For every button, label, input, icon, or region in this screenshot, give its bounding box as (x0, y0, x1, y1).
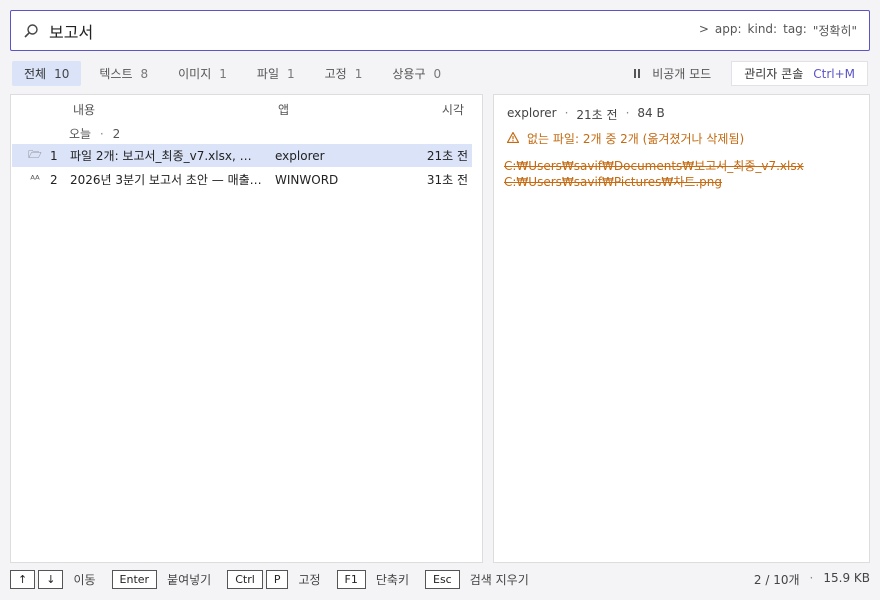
item-content: 2026년 3분기 보고서 초안 — 매출 요약 (70, 173, 262, 187)
list-item[interactable]: 🗁 1 파일 2개: 보고서_최종_v7.xlsx, 차트.png explor… (12, 144, 472, 167)
footer-shortcuts: ↑ ↓ 이동 Enter 붙여넣기 Ctrl P 고정 F1 단축키 Esc 검… (10, 569, 870, 589)
move-label: 이동 (73, 572, 96, 587)
paste-label: 붙여넣기 (167, 572, 212, 587)
warning-text: 없는 파일: 2개 중 2개 (옮겨졌거나 삭제됨) (527, 132, 745, 146)
admin-console-button[interactable]: 관리자 콘솔 Ctrl+M (731, 61, 868, 86)
tab-file[interactable]: 파일 1 (245, 61, 307, 86)
status-separator: · (809, 570, 814, 585)
private-mode-label: 비공개 모드 (652, 67, 712, 81)
tab-count: 0 (433, 66, 442, 81)
search-hints: > app: kind: tag: "정확히" (699, 22, 857, 39)
detail-app: explorer (507, 106, 557, 120)
tab-count: 1 (287, 66, 295, 81)
text-icon: ᴬᴬ (30, 173, 40, 186)
key-down: ↓ (38, 569, 64, 589)
tab-count: 10 (54, 66, 70, 81)
item-time: 31초 전 (426, 173, 468, 187)
private-mode-toggle[interactable]: 비공개 모드 (634, 65, 711, 82)
column-header-time: 시각 (441, 103, 464, 117)
filter-tabs: 전체 10 텍스트 8 이미지 1 파일 1 고정 1 상용구 0 (12, 61, 459, 86)
tab-label: 텍스트 (99, 67, 133, 81)
hint-command: > (698, 22, 709, 36)
meta-separator: · (564, 106, 569, 120)
missing-files-warning: 없는 파일: 2개 중 2개 (옮겨졌거나 삭제됨) (506, 130, 745, 147)
tab-text[interactable]: 텍스트 8 (87, 61, 160, 86)
tab-image[interactable]: 이미지 1 (166, 61, 239, 86)
pause-icon (634, 69, 641, 78)
missing-file-path: C:₩Users₩savif₩Documents₩보고서_최종_v7.xlsx (504, 159, 804, 173)
column-header-app: 앱 (278, 103, 290, 117)
admin-console-shortcut: Ctrl+M (813, 66, 855, 81)
tab-label: 전체 (24, 67, 47, 81)
item-time: 21초 전 (426, 149, 468, 163)
tab-label: 고정 (324, 67, 347, 81)
file-path-list: C:₩Users₩savif₩Documents₩보고서_최종_v7.xlsx … (504, 158, 804, 190)
key-esc: Esc (425, 569, 460, 589)
group-label: 오늘 (69, 127, 92, 141)
tab-label: 파일 (256, 67, 279, 81)
item-content: 파일 2개: 보고서_최종_v7.xlsx, 차트.png (70, 149, 262, 163)
key-ctrl: Ctrl (227, 569, 263, 589)
key-up: ↑ (10, 569, 36, 589)
tab-label: 상용구 (392, 67, 426, 81)
tab-pinned[interactable]: 고정 1 (313, 61, 375, 86)
folder-icon: 🗁 (28, 148, 42, 161)
detail-time: 21초 전 (576, 108, 618, 122)
detail-size: 84 B (637, 106, 665, 120)
tab-count: 1 (354, 66, 363, 81)
shortcuts-label: 단축키 (375, 572, 409, 587)
hint-tag: tag: (783, 22, 807, 36)
column-header-content: 내용 (73, 103, 96, 117)
search-box[interactable]: > app: kind: tag: "정확히" (10, 10, 870, 51)
group-header-today: 오늘 · 2 (69, 125, 120, 142)
toolbar: 비공개 모드 관리자 콘솔 Ctrl+M (634, 61, 868, 86)
group-separator: · (99, 127, 104, 141)
detail-panel: explorer · 21초 전 · 84 B 없는 파일: 2개 중 2개 (… (493, 94, 870, 563)
tab-count: 1 (219, 66, 227, 81)
footer-status: 2 / 10개 · 15.9 KB (754, 571, 870, 588)
search-input[interactable] (49, 21, 699, 40)
tab-label: 이미지 (178, 67, 212, 81)
list-item[interactable]: ᴬᴬ 2 2026년 3분기 보고서 초안 — 매출 요약 WINWORD 31… (12, 168, 472, 191)
item-index: 1 (50, 148, 58, 163)
item-app: explorer (275, 148, 325, 163)
key-p: P (265, 569, 289, 589)
key-f1: F1 (336, 569, 366, 589)
tab-snippets[interactable]: 상용구 0 (380, 61, 453, 86)
detail-meta: explorer · 21초 전 · 84 B (507, 106, 665, 123)
tab-all[interactable]: 전체 10 (12, 61, 82, 86)
missing-file-path: C:₩Users₩savif₩Pictures₩차트.png (504, 175, 723, 189)
clear-search-label: 검색 지우기 (469, 572, 529, 587)
warning-icon (506, 131, 520, 146)
meta-separator: · (625, 106, 630, 120)
item-app: WINWORD (275, 172, 339, 187)
clipboard-list: 내용 앱 시각 오늘 · 2 🗁 1 파일 2개: 보고서_최종_v7.xlsx… (10, 94, 483, 563)
group-count: 2 (112, 127, 121, 141)
pin-label: 고정 (298, 572, 321, 587)
position-counter: 2 / 10개 (753, 572, 800, 587)
admin-console-label: 관리자 콘솔 (744, 67, 804, 81)
total-size: 15.9 KB (823, 570, 870, 585)
item-index: 2 (50, 172, 58, 187)
hint-exact: "정확히" (812, 24, 857, 38)
hint-app: app: (714, 22, 742, 36)
key-enter: Enter (111, 569, 158, 589)
tab-count: 8 (140, 66, 149, 81)
search-icon (23, 23, 39, 39)
hint-kind: kind: (747, 22, 778, 36)
